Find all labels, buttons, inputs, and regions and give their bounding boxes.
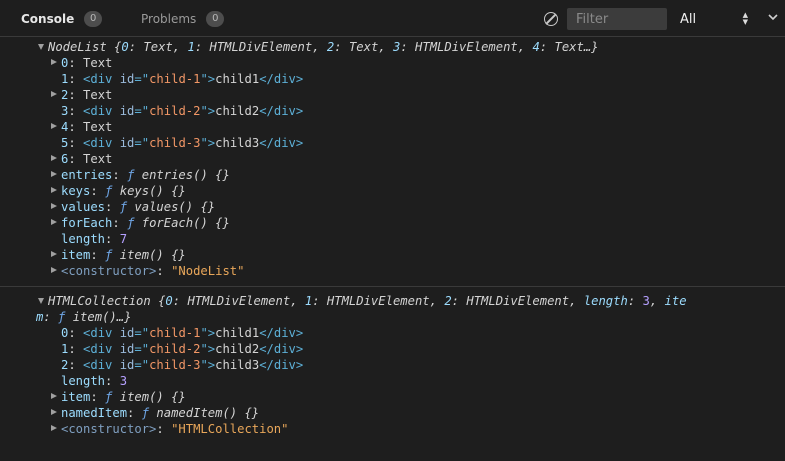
list-item[interactable]: 0: <div id="child-1">child1</div> [61, 325, 303, 341]
htmlcollection-summary-wrap[interactable]: m: ƒ item()…} [36, 309, 131, 325]
log-level-select[interactable]: All ▲ ▼ [673, 8, 755, 30]
expand-arrow-icon[interactable] [51, 59, 57, 65]
log-entry-nodelist: NodeList {0: Text, 1: HTMLDivElement, 2:… [0, 37, 785, 285]
list-item: length: 7 [61, 232, 128, 246]
tab-console-label: Console [21, 11, 75, 26]
list-item[interactable]: 1: <div id="child-2">child2</div> [61, 341, 303, 357]
list-item[interactable]: 3: <div id="child-2">child2</div> [61, 103, 303, 119]
list-item[interactable]: namedItem: ƒ namedItem() {} [61, 405, 259, 421]
log-entry-htmlcollection: HTMLCollection {0: HTMLDivElement, 1: HT… [0, 286, 785, 447]
chevron-down-icon[interactable] [766, 10, 780, 24]
nodelist-summary[interactable]: NodeList {0: Text, 1: HTMLDivElement, 2:… [48, 39, 599, 55]
console-output: NodeList {0: Text, 1: HTMLDivElement, 2:… [0, 37, 785, 461]
list-item[interactable]: 4: Text [61, 119, 112, 135]
htmlcollection-summary[interactable]: HTMLCollection {0: HTMLDivElement, 1: HT… [48, 293, 687, 309]
expand-arrow-icon[interactable] [51, 155, 57, 161]
list-item[interactable]: <constructor>: "HTMLCollection" [61, 421, 288, 437]
list-item[interactable]: <constructor>: "NodeList" [61, 263, 244, 279]
list-item[interactable]: keys: ƒ keys() {} [61, 183, 186, 199]
clear-console-icon[interactable] [544, 12, 558, 26]
expand-arrow-icon[interactable] [51, 251, 57, 257]
expand-arrow-icon[interactable] [51, 187, 57, 193]
expand-arrow-icon[interactable] [51, 171, 57, 177]
list-item[interactable]: item: ƒ item() {} [61, 389, 186, 405]
list-item[interactable]: 0: Text [61, 55, 112, 71]
expand-arrow-icon[interactable] [38, 44, 44, 50]
list-item[interactable]: 1: <div id="child-1">child1</div> [61, 71, 303, 87]
list-item: length: 3 [61, 374, 128, 388]
list-item[interactable]: item: ƒ item() {} [61, 247, 186, 263]
expand-arrow-icon[interactable] [51, 123, 57, 129]
list-item[interactable]: entries: ƒ entries() {} [61, 167, 230, 183]
list-item[interactable]: 6: Text [61, 151, 112, 167]
filter-input[interactable] [567, 8, 667, 30]
tab-problems[interactable]: Problems 0 [141, 0, 225, 37]
expand-arrow-icon[interactable] [38, 298, 44, 304]
list-item[interactable]: 2: Text [61, 87, 112, 103]
tab-console[interactable]: Console 0 [21, 0, 103, 37]
list-item[interactable]: 2: <div id="child-3">child3</div> [61, 357, 303, 373]
problems-count-badge: 0 [206, 10, 225, 27]
expand-arrow-icon[interactable] [51, 203, 57, 209]
log-level-value: All [680, 11, 697, 27]
expand-arrow-icon[interactable] [51, 409, 57, 415]
expand-arrow-icon[interactable] [51, 219, 57, 225]
expand-arrow-icon[interactable] [51, 91, 57, 97]
tab-problems-label: Problems [141, 11, 197, 26]
list-item[interactable]: forEach: ƒ forEach() {} [61, 215, 230, 231]
list-item[interactable]: 5: <div id="child-3">child3</div> [61, 135, 303, 151]
select-arrows-icon: ▲ ▼ [742, 11, 748, 26]
list-item[interactable]: values: ƒ values() {} [61, 199, 215, 215]
expand-arrow-icon[interactable] [51, 267, 57, 273]
console-toolbar: Console 0 Problems 0 All ▲▼ [0, 0, 785, 37]
expand-arrow-icon[interactable] [51, 393, 57, 399]
expand-arrow-icon[interactable] [51, 425, 57, 431]
console-count-badge: 0 [84, 10, 103, 27]
